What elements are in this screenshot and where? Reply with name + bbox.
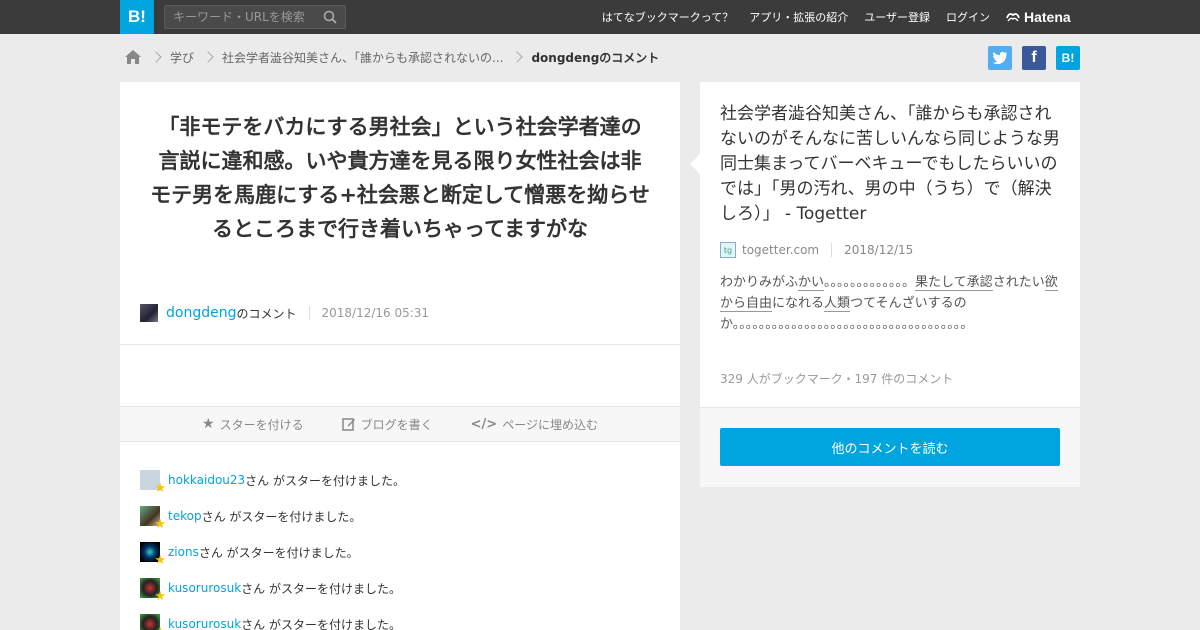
- star-suffix: さん がスターを付けました。: [245, 473, 405, 488]
- star-username[interactable]: tekop: [168, 509, 202, 523]
- breadcrumb-current-label: dongdengのコメント: [531, 50, 660, 65]
- summary-text: されたい: [992, 275, 1045, 290]
- star-icon: ★: [154, 553, 166, 568]
- comment-author: dongdeng のコメント 2018/12/16 05:31: [140, 304, 429, 322]
- comment-datetime[interactable]: 2018/12/16 05:31: [308, 306, 429, 320]
- nav-register[interactable]: ユーザー登録: [864, 9, 930, 25]
- divider: [120, 344, 680, 345]
- avatar[interactable]: ★: [140, 578, 166, 604]
- nav-about[interactable]: はてなブックマークって？: [602, 9, 733, 25]
- list-item: ★ kusorurosuk さん がスターを付けました。: [140, 606, 405, 630]
- code-icon: </>: [470, 416, 498, 432]
- list-item: ★ kusorurosuk さん がスターを付けました。: [140, 570, 405, 606]
- summary-keyword[interactable]: 自由: [746, 296, 773, 312]
- chevron-right-icon: [202, 51, 214, 63]
- breadcrumb-entry-label[interactable]: 社会学者澁谷知美さん、「誰からも承認されないの...: [222, 49, 503, 66]
- summary-keyword[interactable]: から: [720, 296, 747, 312]
- embed-button[interactable]: </> ページに埋め込む: [471, 416, 598, 433]
- share-buttons: f B!: [988, 46, 1080, 70]
- star-suffix: さん がスターを付けました。: [241, 581, 401, 596]
- star-list: ★ hokkaidou23 さん がスターを付けました。 ★ tekop さん …: [140, 462, 405, 630]
- star-suffix: さん がスターを付けました。: [241, 617, 401, 630]
- entry-summary: わかりみがふかい。。。。。。。。。。。。。果たして承認されたい欲から自由になれる…: [720, 272, 1060, 335]
- breadcrumb-item-category[interactable]: 学び: [142, 49, 194, 66]
- search-input[interactable]: [165, 6, 315, 28]
- chevron-right-icon: [150, 51, 162, 63]
- comment-suffix: のコメント: [236, 306, 297, 321]
- list-item: ★ hokkaidou23 さん がスターを付けました。: [140, 462, 405, 498]
- breadcrumb-category-label[interactable]: 学び: [170, 49, 194, 66]
- entry-card-footer: 他のコメントを読む: [700, 408, 1080, 487]
- twitter-share-button[interactable]: [988, 46, 1012, 70]
- summary-text: になれる: [772, 296, 825, 311]
- summary-keyword[interactable]: 人類: [824, 296, 851, 312]
- hatena-brand-text: Hatena: [1024, 9, 1071, 25]
- summary-keyword[interactable]: 欲: [1044, 275, 1058, 291]
- comment-username[interactable]: dongdeng: [166, 305, 236, 321]
- write-blog-button[interactable]: ブログを書く: [341, 416, 433, 433]
- write-blog-label: ブログを書く: [360, 417, 433, 432]
- avatar[interactable]: ★: [140, 614, 166, 630]
- star-icon: ★: [154, 481, 166, 496]
- add-star-button[interactable]: ★ スターを付ける: [202, 416, 304, 433]
- chevron-right-icon: [511, 51, 524, 63]
- summary-keyword[interactable]: 承認: [966, 275, 993, 291]
- home-icon[interactable]: [124, 49, 142, 65]
- facebook-share-button[interactable]: f: [1022, 46, 1046, 70]
- breadcrumb: 学び 社会学者澁谷知美さん、「誰からも承認されないの... dongdengのコ…: [124, 46, 659, 68]
- top-bar: B! はてなブックマークって？ アプリ・拡張の紹介 ユーザー登録 ログイン Ha…: [0, 0, 1200, 34]
- hatena-bookmark-share-button[interactable]: B!: [1056, 46, 1080, 70]
- star-suffix: さん がスターを付けました。: [201, 509, 362, 524]
- read-more-comments-button[interactable]: 他のコメントを読む: [720, 428, 1060, 466]
- nav-login[interactable]: ログイン: [946, 9, 990, 25]
- star-icon: ★: [154, 589, 166, 604]
- star-username[interactable]: kusorurosuk: [168, 581, 241, 595]
- entry-date: 2018/12/15: [831, 243, 913, 257]
- list-item: ★ tekop さん がスターを付けました。: [140, 498, 405, 534]
- star-suffix: さん がスターを付けました。: [198, 545, 359, 560]
- summary-text: わかりみがふ: [720, 275, 799, 290]
- star-username[interactable]: hokkaidou23: [168, 473, 245, 487]
- hatena-bookmark-logo[interactable]: B!: [120, 0, 154, 34]
- twitter-icon: [992, 51, 1007, 65]
- summary-text: 。。。。。。。。。。。。。: [824, 275, 916, 290]
- breadcrumb-item-entry[interactable]: 社会学者澁谷知美さん、「誰からも承認されないの...: [194, 49, 503, 66]
- avatar[interactable]: ★: [140, 470, 166, 496]
- comment-body: 「非モテをバカにする男社会」という社会学者達の言説に違和感。いや貴方達を見る限り…: [150, 115, 650, 241]
- add-star-label: スターを付ける: [219, 417, 304, 432]
- hatena-mark-icon: [1006, 13, 1020, 22]
- avatar[interactable]: ★: [140, 506, 166, 532]
- star-username[interactable]: kusorurosuk: [168, 617, 241, 630]
- embed-label: ページに埋め込む: [502, 417, 598, 432]
- entry-card: 社会学者澁谷知美さん、「誰からも承認されないのがそんなに苦しいんなら同じような男…: [690, 82, 1080, 487]
- summary-keyword[interactable]: 果たして: [915, 275, 967, 291]
- star-icon: ★: [202, 416, 215, 432]
- avatar[interactable]: ★: [140, 542, 166, 568]
- togetter-favicon-icon: tg: [720, 242, 736, 258]
- nav-apps[interactable]: アプリ・拡張の紹介: [749, 9, 848, 25]
- search-box[interactable]: [164, 5, 346, 29]
- list-item: ★ zions さん がスターを付けました。: [140, 534, 405, 570]
- star-username[interactable]: zions: [168, 545, 199, 559]
- comment-card: 「非モテをバカにする男社会」という社会学者達の言説に違和感。いや貴方達を見る限り…: [120, 82, 680, 630]
- breadcrumb-item-current: dongdengのコメント: [503, 49, 659, 66]
- edit-icon: [341, 418, 355, 431]
- comment-actions: ★ スターを付ける ブログを書く </> ページに埋め込む: [120, 406, 680, 442]
- entry-counts[interactable]: 329 人がブックマーク・197 件のコメント: [720, 370, 953, 387]
- entry-title-link[interactable]: 社会学者澁谷知美さん、「誰からも承認されないのがそんなに苦しいんなら同じような男…: [720, 102, 1065, 227]
- summary-keyword[interactable]: かい: [798, 275, 825, 291]
- hatena-brand-link[interactable]: Hatena: [1006, 9, 1071, 25]
- entry-domain[interactable]: togetter.com: [742, 243, 819, 257]
- header-nav: はてなブックマークって？ アプリ・拡張の紹介 ユーザー登録 ログイン: [602, 0, 990, 34]
- star-icon: ★: [154, 517, 166, 532]
- star-icon: ★: [154, 625, 166, 630]
- entry-meta: tg togetter.com 2018/12/15: [720, 242, 913, 258]
- search-icon[interactable]: [323, 10, 337, 24]
- avatar[interactable]: [140, 304, 158, 322]
